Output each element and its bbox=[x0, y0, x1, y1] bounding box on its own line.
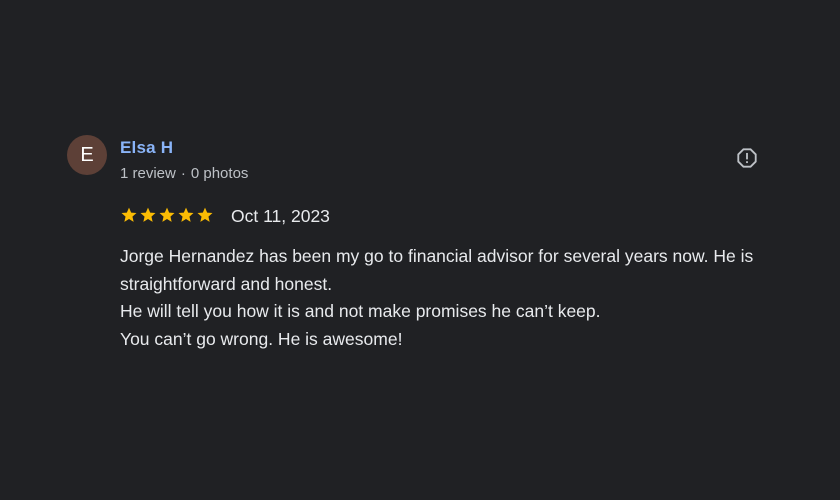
star-icon bbox=[197, 207, 213, 222]
author-name-link[interactable]: Elsa H bbox=[120, 138, 173, 158]
review-text-line: He will tell you how it is and not make … bbox=[120, 301, 601, 321]
review-text-line: Jorge Hernandez has been my go to financ… bbox=[120, 246, 754, 294]
star-icon bbox=[178, 207, 194, 222]
author-meta: 1 review · 0 photos bbox=[120, 165, 248, 182]
star-rating bbox=[120, 205, 214, 225]
review-text: Jorge Hernandez has been my go to financ… bbox=[120, 243, 780, 353]
avatar-initial: E bbox=[80, 143, 94, 166]
review-date: Oct 11, 2023 bbox=[231, 206, 330, 226]
photo-count: 0 photos bbox=[190, 165, 249, 182]
meta-separator: · bbox=[180, 165, 186, 182]
star-icon bbox=[140, 207, 156, 222]
review-text-line: You can’t go wrong. He is awesome! bbox=[120, 328, 403, 349]
star-icon bbox=[159, 207, 175, 222]
report-review-button[interactable] bbox=[734, 145, 760, 171]
star-icon bbox=[121, 207, 137, 222]
review-card: E Elsa H 1 review · 0 photos Oct 11, 2023 … bbox=[0, 0, 840, 500]
avatar[interactable]: E bbox=[67, 135, 107, 175]
review-count: 1 review bbox=[120, 165, 176, 182]
report-flag-icon bbox=[737, 148, 757, 168]
